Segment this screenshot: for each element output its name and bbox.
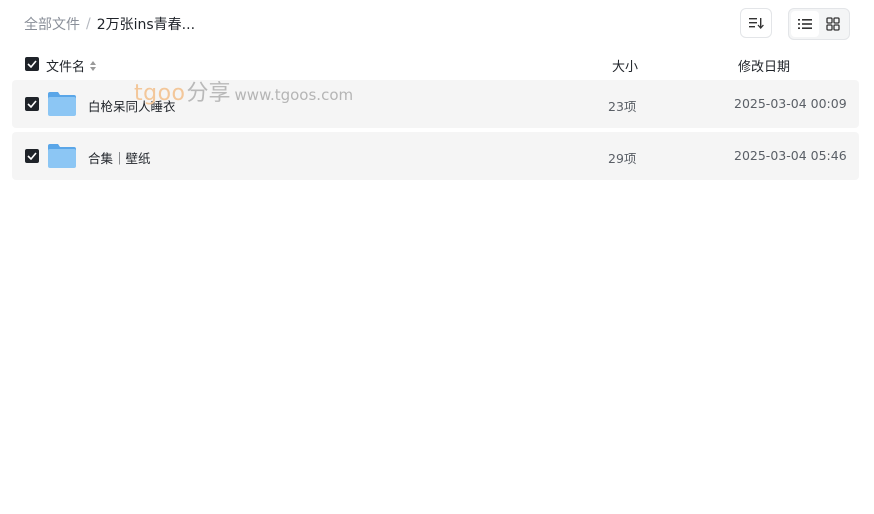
file-name-link[interactable]: 白枪呆同人睡衣: [88, 96, 176, 115]
select-all-checkbox[interactable]: [25, 57, 39, 71]
sort-list-icon: [749, 18, 764, 29]
file-date: 2025-03-04 00:09: [734, 96, 847, 111]
folder-icon: [48, 144, 76, 168]
column-header-size: 大小: [612, 60, 639, 75]
file-name-link[interactable]: 合集｜壁纸: [88, 148, 151, 167]
sort-button[interactable]: [740, 8, 772, 38]
breadcrumb-separator: /: [86, 16, 91, 32]
checkmark-icon: [27, 100, 37, 108]
list-view-button[interactable]: [791, 11, 819, 37]
table-row[interactable]: 白枪呆同人睡衣 23项 2025-03-04 00:09: [12, 80, 859, 128]
file-size: 29项: [608, 151, 637, 166]
column-header-name[interactable]: 文件名: [46, 56, 97, 75]
view-toggle: [788, 8, 850, 40]
file-size: 23项: [608, 99, 637, 114]
list-view-icon: [798, 19, 812, 29]
table-row[interactable]: 合集｜壁纸 29项 2025-03-04 05:46: [12, 132, 859, 180]
checkmark-icon: [27, 152, 37, 160]
folder-icon: [48, 92, 76, 116]
breadcrumb: 全部文件 / 2万张ins青春...: [24, 14, 195, 34]
file-date: 2025-03-04 05:46: [734, 148, 847, 163]
table-header: 文件名 大小 修改日期: [12, 52, 859, 76]
breadcrumb-root-link[interactable]: 全部文件: [24, 14, 80, 34]
grid-view-button[interactable]: [819, 11, 847, 37]
breadcrumb-current: 2万张ins青春...: [96, 17, 196, 33]
column-header-name-label: 文件名: [46, 60, 86, 75]
sort-toggle-icon: [90, 60, 97, 71]
column-header-date: 修改日期: [738, 60, 791, 75]
row-checkbox[interactable]: [25, 97, 39, 111]
checkmark-icon: [27, 60, 37, 68]
grid-view-icon: [826, 17, 840, 31]
row-checkbox[interactable]: [25, 149, 39, 163]
